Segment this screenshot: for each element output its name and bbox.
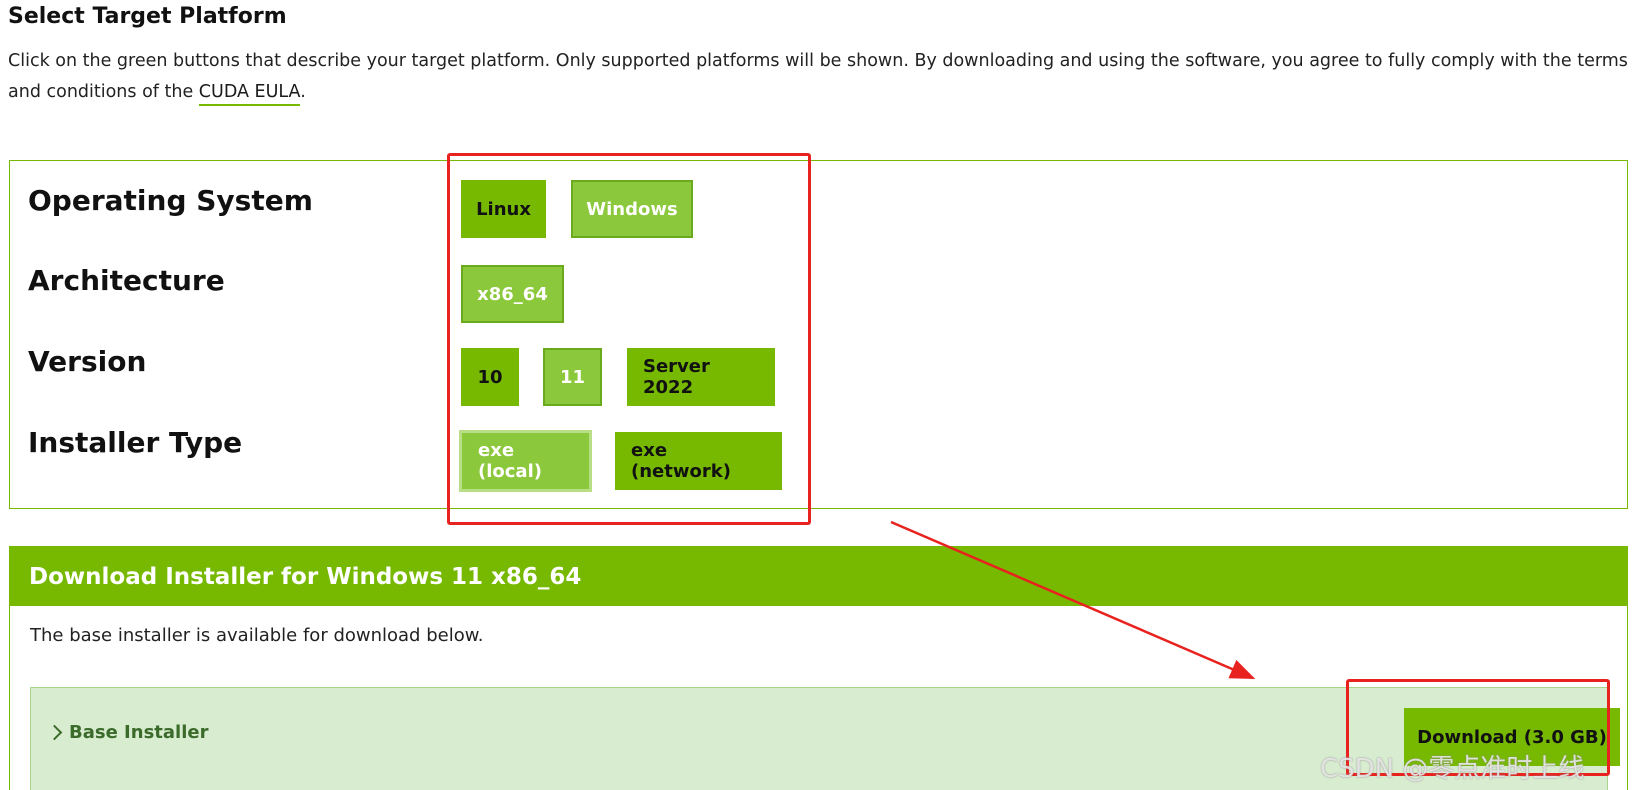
download-note: The base installer is available for down… (30, 625, 484, 646)
version-option-server-2022[interactable]: Server 2022 (627, 348, 775, 406)
chevron-right-icon (46, 724, 63, 741)
download-button[interactable]: Download (3.0 GB) (1404, 708, 1620, 766)
row-label-architecture: Architecture (28, 264, 225, 297)
row-label-version: Version (28, 345, 147, 378)
os-option-linux[interactable]: Linux (461, 180, 546, 238)
installer-option-exe-local[interactable]: exe (local) (459, 430, 592, 492)
download-panel: Download Installer for Windows 11 x86_64… (9, 546, 1628, 790)
intro-text: Click on the green buttons that describe… (8, 46, 1628, 108)
download-header: Download Installer for Windows 11 x86_64 (10, 547, 1627, 606)
version-option-11[interactable]: 11 (543, 348, 602, 406)
page-title: Select Target Platform (8, 4, 287, 29)
os-option-windows[interactable]: Windows (571, 180, 693, 238)
base-installer-toggle[interactable]: Base Installer (46, 722, 209, 743)
arch-option-x86-64[interactable]: x86_64 (461, 265, 564, 323)
intro-suffix: . (300, 82, 306, 102)
row-label-installer-type: Installer Type (28, 426, 243, 459)
base-installer-label: Base Installer (69, 722, 209, 743)
installer-option-exe-network[interactable]: exe (network) (615, 432, 782, 490)
version-option-10[interactable]: 10 (461, 348, 519, 406)
base-installer-section: Base Installer Download (3.0 GB) (30, 687, 1620, 790)
cuda-eula-link[interactable]: CUDA EULA (198, 82, 301, 106)
row-label-operating-system: Operating System (28, 184, 313, 217)
